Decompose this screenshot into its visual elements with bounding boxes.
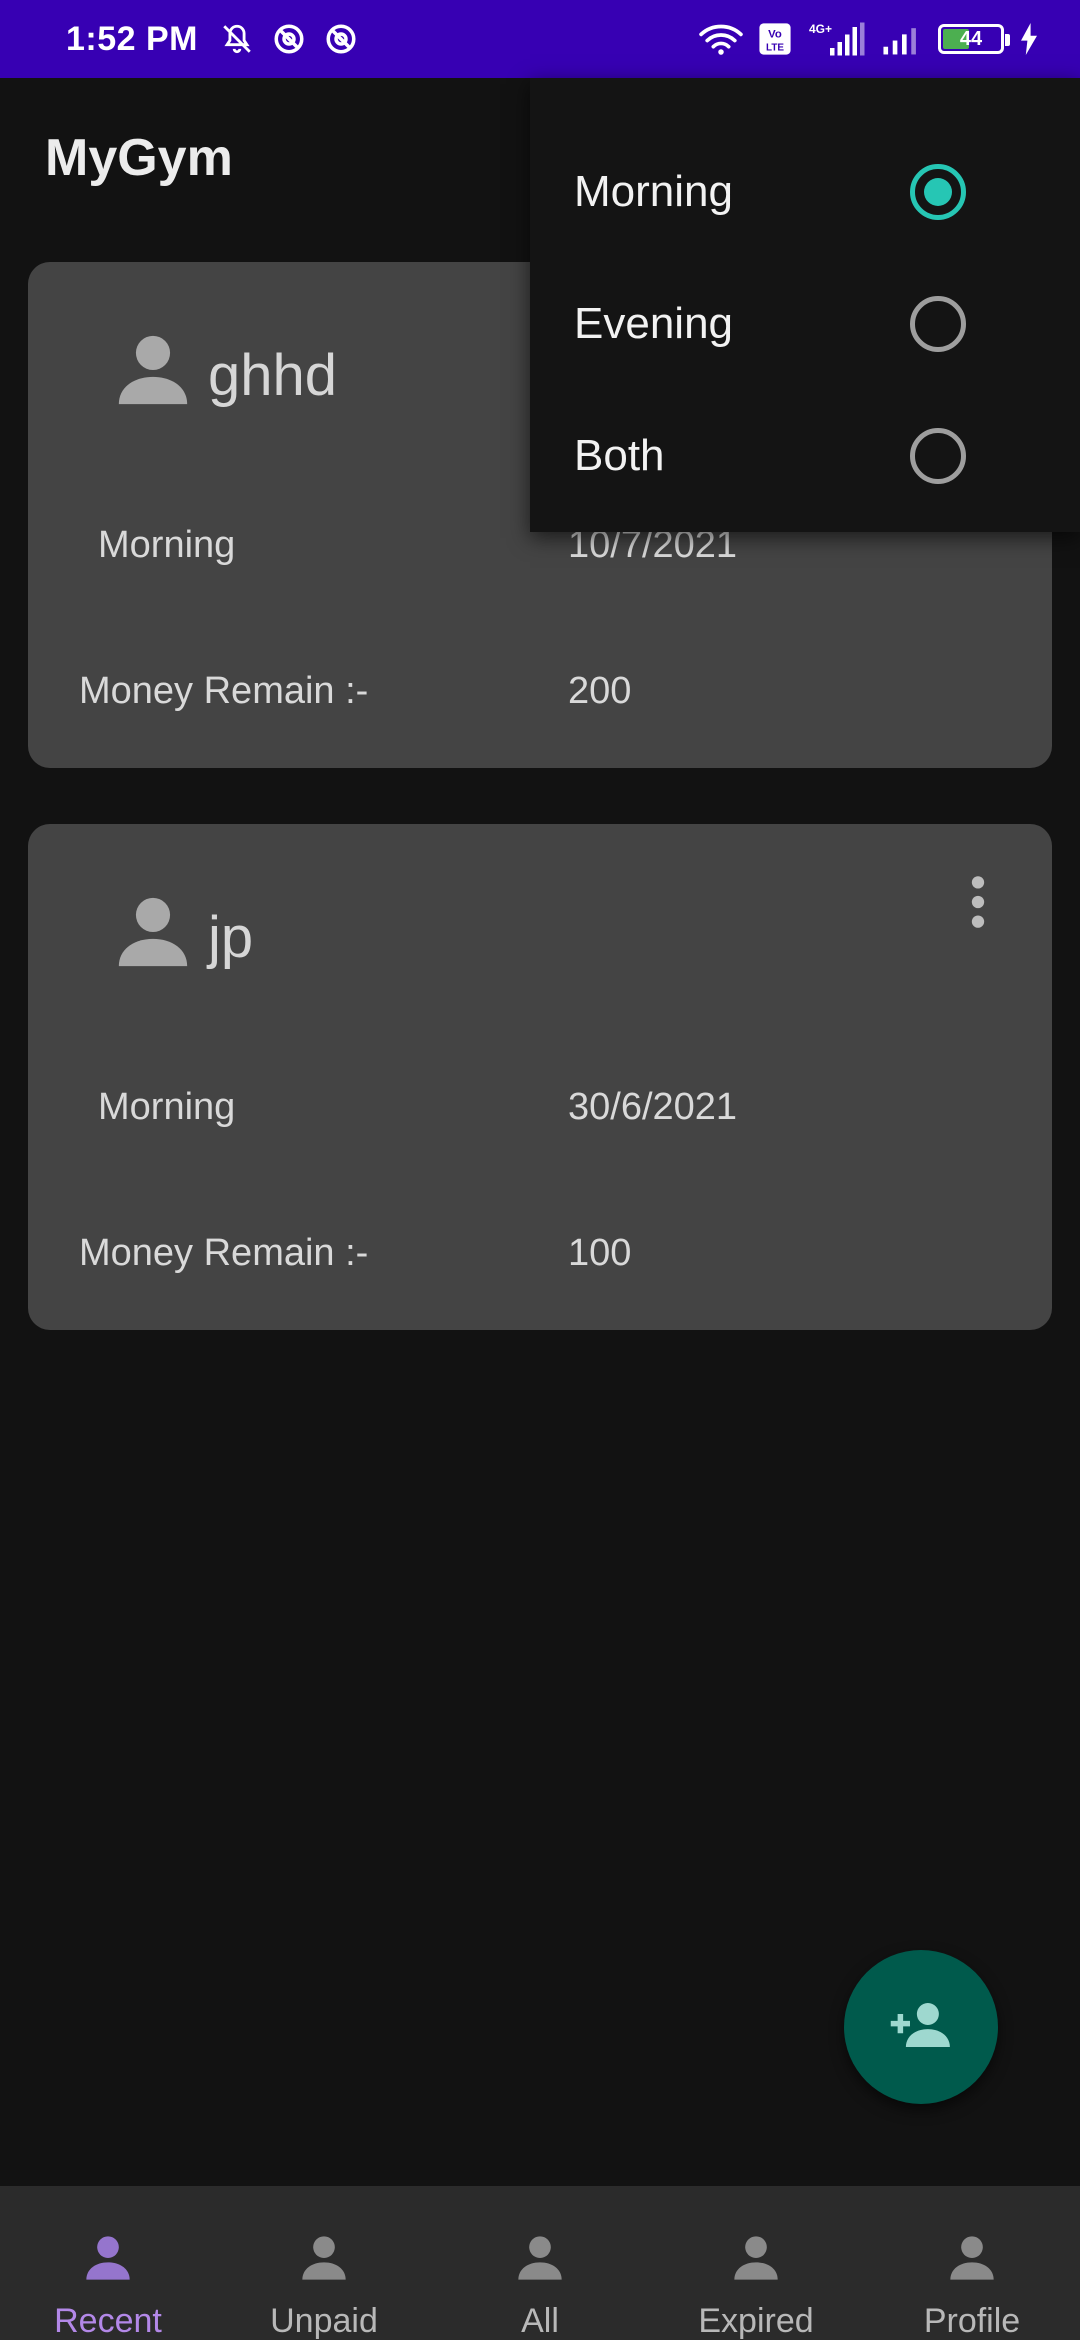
signal-icon xyxy=(880,22,924,56)
nav-item-all[interactable]: All xyxy=(432,2186,648,2340)
mute-icon xyxy=(220,22,254,56)
add-person-icon xyxy=(888,1992,954,2063)
nav-item-profile[interactable]: Profile xyxy=(864,2186,1080,2340)
nav-label: Recent xyxy=(54,2302,162,2340)
menu-item-morning[interactable]: Morning xyxy=(530,126,1080,258)
do-not-disturb-icon xyxy=(272,22,306,56)
volte-icon: Vo LTE xyxy=(758,22,792,56)
money-remain-value: 100 xyxy=(568,1232,632,1274)
money-remain-value: 200 xyxy=(568,670,632,712)
nav-label: All xyxy=(521,2302,559,2340)
wifi-icon xyxy=(698,22,744,56)
signal-4g-icon: 4G+ xyxy=(806,21,866,57)
battery-level: 44 xyxy=(959,27,983,50)
menu-item-evening[interactable]: Evening xyxy=(530,258,1080,390)
nav-item-recent[interactable]: Recent xyxy=(0,2186,216,2340)
status-time: 1:52 PM xyxy=(66,19,198,58)
svg-text:Vo: Vo xyxy=(768,29,782,41)
shift-label: Morning xyxy=(98,524,236,566)
nav-item-expired[interactable]: Expired xyxy=(648,2186,864,2340)
radio-evening[interactable] xyxy=(910,296,966,352)
nav-label: Unpaid xyxy=(270,2302,378,2340)
money-remain-label: Money Remain :- xyxy=(79,1232,369,1274)
battery-icon: 44 xyxy=(938,24,1010,54)
member-card[interactable]: jp Morning 30/6/2021 Money Remain :- 100 xyxy=(28,824,1052,1330)
do-not-disturb-icon xyxy=(324,22,358,56)
add-member-button[interactable] xyxy=(844,1950,998,2104)
person-icon xyxy=(946,2232,998,2284)
person-icon xyxy=(514,2232,566,2284)
nav-label: Expired xyxy=(698,2302,814,2340)
status-bar: 1:52 PM Vo LTE 4G+ 44 xyxy=(0,0,1080,78)
app-title: MyGym xyxy=(45,129,233,187)
menu-item-both[interactable]: Both xyxy=(530,390,1080,522)
person-icon xyxy=(112,328,194,412)
person-icon xyxy=(298,2232,350,2284)
svg-text:LTE: LTE xyxy=(766,42,784,53)
member-name: jp xyxy=(208,905,254,970)
member-name: ghhd xyxy=(208,343,338,408)
nav-item-unpaid[interactable]: Unpaid xyxy=(216,2186,432,2340)
person-icon xyxy=(730,2232,782,2284)
menu-item-label: Both xyxy=(574,431,665,480)
shift-label: Morning xyxy=(98,1086,236,1128)
radio-morning[interactable] xyxy=(910,164,966,220)
app-screen: 1:52 PM Vo LTE 4G+ 44 MyGym ghhd Morning… xyxy=(0,0,1080,2340)
shift-filter-menu: Morning Evening Both xyxy=(530,78,1080,532)
menu-item-label: Evening xyxy=(574,299,734,348)
person-icon xyxy=(82,2232,134,2284)
charging-icon xyxy=(1018,23,1040,55)
money-remain-label: Money Remain :- xyxy=(79,670,369,712)
person-icon xyxy=(112,890,194,974)
bottom-navigation: Recent Unpaid All Expired Profile xyxy=(0,2186,1080,2340)
radio-both[interactable] xyxy=(910,428,966,484)
date-value: 30/6/2021 xyxy=(568,1086,738,1128)
nav-label: Profile xyxy=(923,2302,1021,2340)
menu-item-label: Morning xyxy=(574,167,733,216)
svg-text:4G+: 4G+ xyxy=(809,22,832,36)
more-options-icon[interactable] xyxy=(966,874,990,930)
